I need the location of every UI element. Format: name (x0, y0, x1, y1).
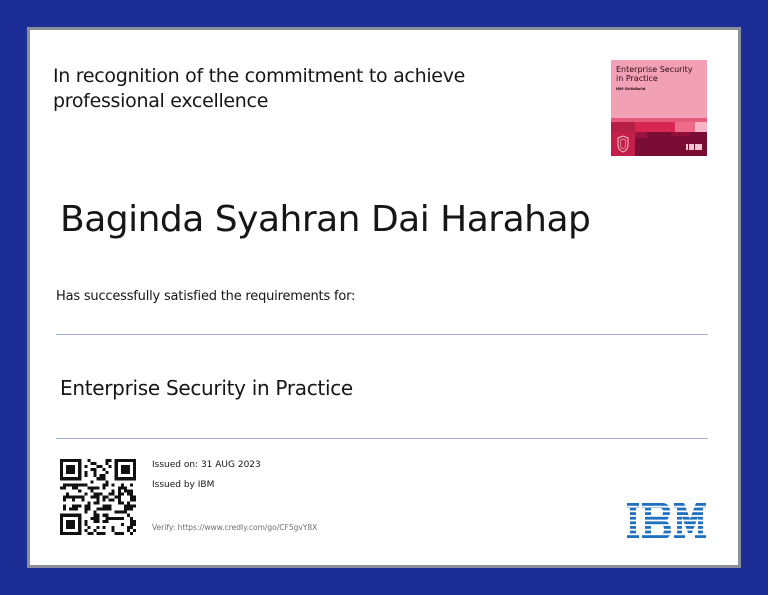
ibm-logo (627, 503, 706, 539)
course-title: Enterprise Security in Practice (60, 376, 353, 400)
divider-top (56, 334, 708, 335)
recognition-line-2: professional excellence (53, 90, 269, 112)
recognition-text: In recognition of the commitment to achi… (53, 64, 553, 114)
divider-bottom (56, 438, 708, 439)
badge-title: Enterprise Security in Practice (616, 65, 702, 83)
course-badge: Enterprise Security in Practice IBM Skil… (611, 60, 707, 156)
recognition-line-1: In recognition of the commitment to achi… (53, 65, 466, 87)
issued-on: Issued on: 31 AUG 2023 (152, 460, 261, 470)
badge-subtitle: IBM SkillsBuild (616, 87, 646, 91)
badge-title-line-1: Enterprise Security (616, 65, 693, 74)
recipient-name: Baginda Syahran Dai Harahap (60, 199, 591, 240)
qr-code-icon[interactable] (60, 459, 136, 535)
verify-link[interactable]: Verify: https://www.credly.com/go/CF5gvY… (152, 523, 317, 533)
certificate-paper: In recognition of the commitment to achi… (30, 30, 738, 565)
badge-title-line-2: in Practice (616, 74, 658, 83)
requirements-text: Has successfully satisfied the requireme… (56, 289, 356, 304)
issued-by: Issued by IBM (152, 480, 215, 490)
certificate-frame: In recognition of the commitment to achi… (27, 27, 741, 568)
